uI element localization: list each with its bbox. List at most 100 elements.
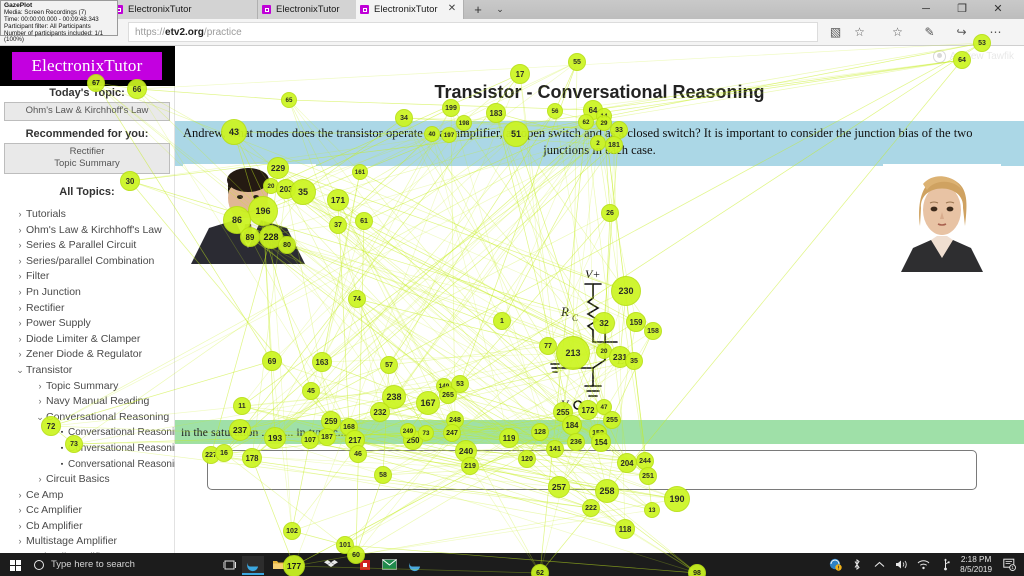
sidebar-item-filter[interactable]: › Filter	[0, 269, 174, 285]
recommended-heading: Recommended for you:	[25, 128, 149, 140]
sidebar: ElectronixTutor Today's Topic: Ohm's Law…	[0, 46, 194, 553]
web-notes-icon[interactable]: ✎	[922, 25, 937, 40]
chevron-right-icon[interactable]: ›	[14, 332, 26, 348]
sidebar-item-navy-manual-reading[interactable]: › Navy Manual Reading	[0, 394, 174, 410]
sidebar-item-pn-junction[interactable]: › Pn Junction	[0, 285, 174, 301]
minimize-button[interactable]: ─	[912, 1, 940, 18]
close-window-button[interactable]: ✕	[984, 1, 1012, 18]
chevron-right-icon[interactable]: ›	[14, 238, 26, 254]
chevron-right-icon[interactable]: ›	[34, 379, 46, 395]
recorder-icon[interactable]	[354, 556, 376, 573]
search-input[interactable]: Type here to search	[30, 554, 215, 575]
file-explorer-icon[interactable]	[268, 556, 290, 573]
app-logo[interactable]: ElectronixTutor	[12, 52, 162, 80]
gazeplot-count: Number of participants included: 1/1 (10…	[4, 29, 104, 44]
bullet-icon[interactable]: ▪	[56, 457, 68, 473]
network-warning-icon[interactable]	[824, 556, 846, 573]
sidebar-item-label: Ce Amp	[26, 488, 64, 501]
chevron-right-icon[interactable]: ›	[14, 519, 26, 535]
sidebar-item-conversational-reasoning-2[interactable]: ▪ Conversational Reasoning 2	[0, 441, 194, 457]
more-options-icon[interactable]: ⋯	[988, 25, 1003, 40]
usb-icon[interactable]	[934, 556, 956, 573]
task-view-icon[interactable]	[218, 556, 240, 573]
favorites-hub-icon[interactable]: ☆	[890, 25, 905, 40]
chevron-right-icon[interactable]: ›	[14, 254, 26, 270]
sidebar-item-rectifier[interactable]: › Rectifier	[0, 301, 174, 317]
sidebar-item-topic-summary[interactable]: › Topic Summary	[0, 379, 174, 395]
today-topic-button[interactable]: Ohm's Law & Kirchhoff's Law	[4, 102, 170, 121]
favorite-star-icon[interactable]: ☆	[852, 25, 867, 40]
chevron-right-icon[interactable]: ›	[14, 503, 26, 519]
clock-time: 2:18 PM	[960, 554, 992, 564]
search-icon	[34, 559, 44, 570]
dropbox-icon[interactable]	[320, 556, 342, 573]
close-icon[interactable]: ✕	[447, 4, 457, 14]
recommended-line2: Topic Summary	[54, 158, 120, 169]
chevron-down-icon[interactable]: ⌄	[34, 410, 46, 426]
sidebar-item-zener-diode-regulator[interactable]: › Zener Diode & Regulator	[0, 347, 174, 363]
account-menu[interactable]: Andrew Tawfik	[932, 50, 1014, 63]
sidebar-item-label: Multistage Amplifier	[26, 535, 118, 548]
sidebar-item-cb-amplifier[interactable]: › Cb Amplifier	[0, 519, 174, 535]
sidebar-item-label: Conversational Reasoning	[46, 410, 170, 423]
chevron-right-icon[interactable]: ›	[14, 488, 26, 504]
chevron-right-icon[interactable]: ›	[14, 301, 26, 317]
sidebar-item-series-parallel-circuit[interactable]: › Series & Parallel Circuit	[0, 238, 174, 254]
sidebar-item-series-parallel-combination[interactable]: › Series/parallel Combination	[0, 254, 174, 270]
chevron-right-icon[interactable]: ›	[34, 472, 46, 488]
answer-bar-text: in the saturation ... is ... in type c..…	[181, 425, 347, 439]
sidebar-item-ce-amp[interactable]: › Ce Amp	[0, 488, 174, 504]
sidebar-item-label: Cc Amplifier	[26, 504, 83, 517]
maximize-button[interactable]: ❐	[948, 1, 976, 18]
address-bar[interactable]: https://etv2.org/practice	[128, 22, 818, 42]
chevron-right-icon[interactable]: ›	[14, 223, 26, 239]
sidebar-item-ohm-s-law-kirchhoff-s-law[interactable]: › Ohm's Law & Kirchhoff's Law	[0, 223, 174, 239]
circuit-emitter-label: E	[616, 353, 625, 367]
question-line-1: Andrew, what modes does the transistor o…	[183, 126, 973, 140]
chevron-right-icon[interactable]: ›	[14, 347, 26, 363]
chevron-right-icon[interactable]: ›	[14, 207, 26, 223]
chevron-down-icon[interactable]: ⌄	[14, 363, 26, 379]
bluetooth-icon[interactable]	[846, 556, 868, 573]
volume-icon[interactable]	[890, 556, 912, 573]
mail-icon[interactable]	[378, 556, 400, 573]
chevron-down-icon[interactable]: ⌄	[492, 2, 508, 17]
sidebar-item-conversational-reasoning-3[interactable]: ▪ Conversational Reasoning 3	[0, 457, 194, 473]
sidebar-item-power-supply[interactable]: › Power Supply	[0, 316, 174, 332]
circuit-resistor-label: R	[560, 304, 569, 319]
recommended-button[interactable]: Rectifier Topic Summary	[4, 143, 170, 174]
chevron-right-icon[interactable]: ›	[14, 534, 26, 550]
tab-electronixtutor-3[interactable]: ElectronixTutor ✕	[356, 0, 464, 19]
chevron-right-icon[interactable]: ›	[14, 285, 26, 301]
bullet-icon[interactable]: ▪	[56, 425, 68, 441]
circuit-source-label: V	[561, 397, 570, 411]
show-hidden-icons-icon[interactable]	[868, 556, 890, 573]
all-topics-heading: All Topics:	[59, 186, 115, 198]
sidebar-item-conversational-reasoning[interactable]: ⌄ Conversational Reasoning	[0, 410, 174, 426]
bullet-icon[interactable]: ▪	[56, 441, 68, 457]
chevron-right-icon[interactable]: ›	[14, 316, 26, 332]
sidebar-item-conversational-reasoning-1[interactable]: ▪ Conversational Reasoning 1	[0, 425, 194, 441]
wifi-icon[interactable]	[912, 556, 934, 573]
edge-legacy-icon[interactable]	[404, 556, 426, 573]
url-prefix: https://	[135, 26, 166, 38]
new-tab-button[interactable]: +	[470, 2, 486, 17]
notifications-icon[interactable]: 1	[998, 556, 1020, 573]
sidebar-item-cc-amplifier[interactable]: › Cc Amplifier	[0, 503, 174, 519]
sidebar-item-diode-limiter-clamper[interactable]: › Diode Limiter & Clamper	[0, 332, 174, 348]
search-placeholder: Type here to search	[51, 559, 135, 570]
chevron-right-icon[interactable]: ›	[34, 394, 46, 410]
sidebar-item-tutorials[interactable]: › Tutorials	[0, 207, 174, 223]
reading-view-icon[interactable]: ▧	[828, 25, 843, 40]
chevron-right-icon[interactable]: ›	[14, 269, 26, 285]
tab-label: ElectronixTutor	[276, 4, 340, 15]
start-button[interactable]	[4, 557, 26, 573]
tab-electronixtutor-1[interactable]: ElectronixTutor	[110, 0, 258, 19]
sidebar-item-circuit-basics[interactable]: › Circuit Basics	[0, 472, 174, 488]
clock[interactable]: 2:18 PM 8/5/2019	[960, 555, 992, 575]
answer-input[interactable]	[207, 450, 977, 490]
sidebar-item-transistor[interactable]: ⌄ Transistor	[0, 363, 174, 379]
edge-browser-icon[interactable]	[242, 556, 264, 575]
share-icon[interactable]: ↪	[954, 25, 969, 40]
sidebar-item-multistage-amplifier[interactable]: › Multistage Amplifier	[0, 534, 174, 550]
